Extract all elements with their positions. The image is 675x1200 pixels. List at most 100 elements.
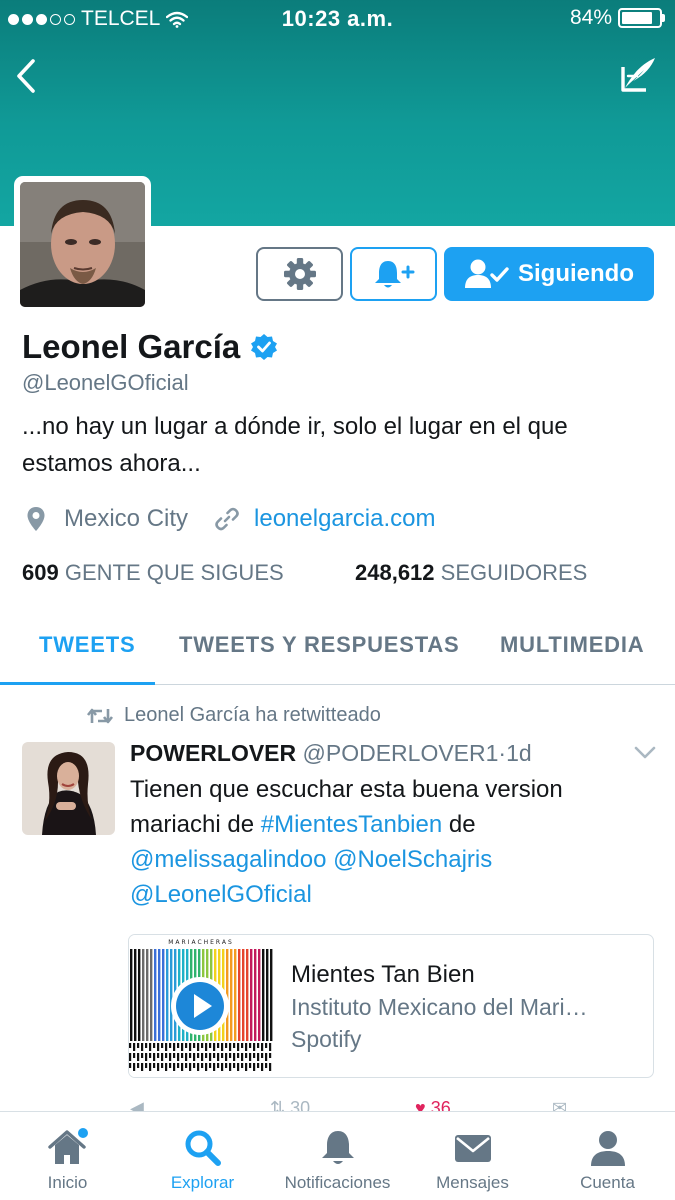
album-pattern-mark <box>245 1063 248 1071</box>
card-source: Spotify <box>291 1026 362 1052</box>
nav-account-label: Cuenta <box>580 1173 635 1192</box>
album-pattern-mark <box>237 1053 240 1058</box>
following-button[interactable]: Siguiendo <box>444 247 654 301</box>
album-pattern-mark <box>253 1053 256 1058</box>
tweet-author-name[interactable]: POWERLOVER <box>130 740 296 766</box>
album-pattern-mark <box>257 1063 260 1068</box>
reply-icon[interactable]: ◀ <box>130 1098 144 1112</box>
album-pattern-mark <box>197 1063 200 1071</box>
followers-stat[interactable]: 248,612 SEGUIDORES <box>355 560 587 586</box>
retweet-count: 30 <box>290 1098 311 1112</box>
card-title: Mientes Tan Bien <box>291 961 475 988</box>
like-count: 36 <box>430 1098 451 1112</box>
album-pattern-mark <box>201 1043 204 1048</box>
album-pattern-mark <box>225 1053 228 1061</box>
nav-notifications[interactable]: Notificaciones <box>270 1112 405 1200</box>
tweet-separator: · <box>498 740 507 766</box>
album-pattern-mark <box>269 1053 272 1058</box>
album-pattern-mark <box>181 1043 184 1051</box>
tweet-mention[interactable]: @melissagalindoo <box>130 846 326 873</box>
direct-message-icon[interactable]: ✉ <box>552 1098 567 1112</box>
back-button[interactable] <box>8 54 44 98</box>
album-pattern-mark <box>257 1043 260 1048</box>
battery-percent: 84% <box>569 6 612 29</box>
home-icon <box>47 1128 88 1164</box>
bell-icon <box>321 1131 354 1164</box>
profile-avatar[interactable] <box>14 176 151 313</box>
profile-website-link[interactable]: leonelgarcia.com <box>254 505 435 533</box>
album-pattern-mark <box>189 1043 192 1051</box>
tweet-author-handle[interactable]: @PODERLOVER1 <box>303 740 499 766</box>
album-stripe <box>250 949 253 1041</box>
album-pattern-mark <box>265 1063 268 1068</box>
album-pattern-mark <box>133 1063 136 1071</box>
album-pattern-mark <box>229 1053 232 1058</box>
nav-explore[interactable]: Explorar <box>135 1112 270 1200</box>
album-stripe <box>142 949 145 1041</box>
album-pattern-mark <box>249 1053 252 1061</box>
album-pattern-mark <box>221 1043 224 1051</box>
notifications-toggle-button[interactable] <box>350 247 437 301</box>
album-pattern-mark <box>269 1063 272 1071</box>
tweet-mention[interactable]: @LeonelGOficial <box>130 881 312 908</box>
album-pattern-mark <box>185 1053 188 1061</box>
album-stripe <box>138 949 141 1041</box>
following-button-label: Siguiendo <box>518 260 634 287</box>
tweet-author-avatar[interactable] <box>22 742 115 835</box>
album-pattern-mark <box>177 1053 180 1061</box>
album-pattern-mark <box>217 1063 220 1068</box>
album-pattern-mark <box>197 1043 200 1051</box>
album-stripe <box>158 949 161 1041</box>
nav-home[interactable]: Inicio <box>0 1112 135 1200</box>
album-pattern-mark <box>185 1043 188 1048</box>
tweet-header: POWERLOVER @PODERLOVER1·1d <box>130 740 532 767</box>
tweet-options-button[interactable] <box>634 746 656 765</box>
album-pattern-mark <box>217 1043 220 1048</box>
play-button-icon[interactable] <box>169 975 231 1037</box>
album-stripe <box>134 949 137 1041</box>
tab-tweets-and-replies[interactable]: TWEETS Y RESPUESTAS <box>179 632 459 658</box>
album-pattern-mark <box>173 1053 176 1058</box>
compose-tweet-button[interactable] <box>615 52 661 98</box>
album-stripe <box>258 949 261 1041</box>
nav-messages[interactable]: Mensajes <box>405 1112 540 1200</box>
tweet-hashtag[interactable]: #MientesTanbien <box>261 811 442 838</box>
album-pattern-mark <box>157 1043 160 1051</box>
nav-explore-label: Explorar <box>170 1173 235 1192</box>
profile-tabs: TWEETS TWEETS Y RESPUESTAS MULTIMEDIA <box>0 604 675 685</box>
album-pattern-mark <box>225 1043 228 1048</box>
album-stripe <box>150 949 153 1041</box>
nav-account[interactable]: Cuenta <box>540 1112 675 1200</box>
spotify-link-card[interactable]: MARIACHERAS Mientes Tan Bien Instituto M… <box>128 934 654 1078</box>
tab-media[interactable]: MULTIMEDIA <box>500 632 644 658</box>
tweet-mention[interactable]: @NoelSchajris <box>333 846 492 873</box>
album-stripe <box>246 949 249 1041</box>
album-pattern-mark <box>257 1053 260 1061</box>
album-stripe <box>262 949 265 1041</box>
location-pin-icon <box>27 507 45 531</box>
album-pattern-mark <box>149 1063 152 1071</box>
album-pattern-mark <box>245 1053 248 1058</box>
album-pattern-mark <box>133 1043 136 1051</box>
album-pattern-mark <box>169 1063 172 1068</box>
album-pattern-mark <box>209 1063 212 1068</box>
album-pattern-mark <box>129 1043 132 1048</box>
settings-button[interactable] <box>256 247 343 301</box>
retweet-action[interactable]: ⇅ 30 <box>270 1098 310 1112</box>
active-tab-indicator <box>0 682 155 685</box>
link-icon <box>215 507 239 531</box>
followers-label: SEGUIDORES <box>440 560 588 585</box>
album-pattern-mark <box>169 1043 172 1048</box>
album-pattern-mark <box>261 1053 264 1058</box>
album-pattern-mark <box>157 1063 160 1071</box>
album-pattern-mark <box>137 1053 140 1061</box>
album-pattern-mark <box>213 1043 216 1051</box>
like-action[interactable]: ♥ 36 <box>415 1098 451 1112</box>
profile-handle: @LeonelGOficial <box>22 370 189 395</box>
chevron-down-icon <box>634 746 656 759</box>
following-stat[interactable]: 609 GENTE QUE SIGUES <box>22 560 284 586</box>
album-stripe <box>162 949 165 1041</box>
tab-tweets[interactable]: TWEETS <box>39 632 135 658</box>
quill-compose-icon <box>621 58 655 92</box>
album-stripe <box>254 949 257 1041</box>
